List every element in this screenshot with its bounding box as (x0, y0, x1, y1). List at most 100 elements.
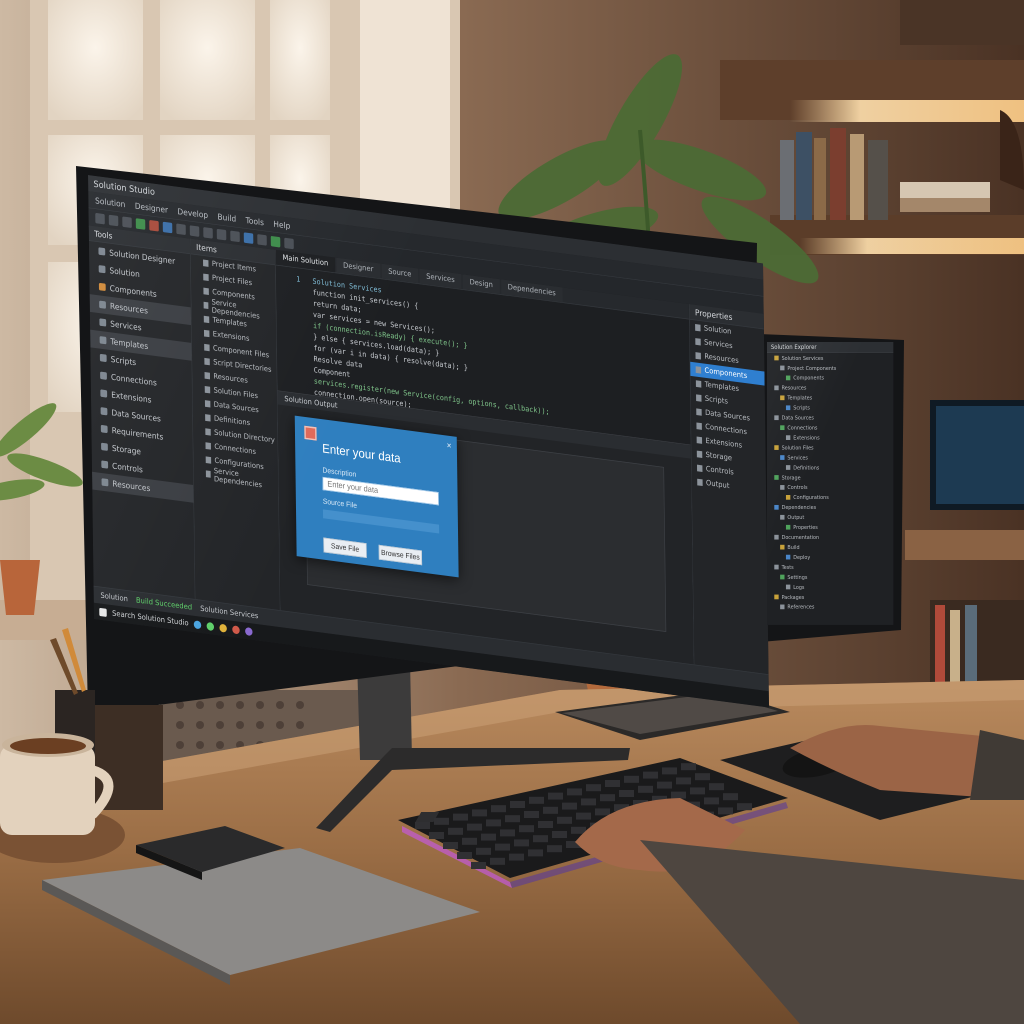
keyboard-key (529, 796, 544, 804)
side-tree-item[interactable]: Settings (767, 572, 893, 582)
settings-gear-icon[interactable] (257, 234, 267, 246)
file-icon (205, 456, 212, 464)
tree-node-icon (99, 318, 107, 327)
build-icon[interactable] (243, 232, 254, 244)
debug-icon[interactable] (162, 221, 173, 234)
side-tree-item[interactable]: Output (767, 512, 893, 522)
keyboard-key (671, 791, 686, 799)
keyboard-key (453, 813, 468, 821)
keyboard-key (547, 845, 562, 853)
file-tree-label: Resources (213, 372, 248, 386)
code-editor[interactable]: Main Solution Designer Source Services Desig… (275, 249, 694, 666)
menu-item[interactable]: Build (217, 212, 236, 224)
side-tree-item[interactable]: Scripts (767, 403, 893, 413)
side-tree-item[interactable]: Data Sources (767, 413, 893, 423)
properties-item-label: Output (705, 479, 730, 491)
keyboard-key (586, 784, 601, 792)
side-tree-item[interactable]: Tests (767, 562, 893, 572)
keyboard-key (562, 802, 577, 810)
side-tree-item[interactable]: Deploy (767, 552, 893, 562)
side-tree-icon (780, 425, 785, 431)
menu-item[interactable]: Tools (246, 215, 264, 227)
tools-tree-label: Resources (109, 300, 148, 316)
side-tree-item[interactable]: Extensions (767, 433, 893, 443)
side-tree-item[interactable]: Connections (767, 423, 893, 433)
side-tree-item[interactable]: Build (767, 542, 893, 552)
file-icon (203, 287, 209, 296)
side-tree-item[interactable]: Dependencies (767, 502, 893, 512)
side-tree-item[interactable]: References (767, 602, 893, 612)
deploy-icon[interactable] (270, 235, 281, 248)
keyboard-key (476, 847, 491, 855)
dialog-browse-button[interactable]: Browse Files (378, 544, 423, 566)
file-icon (203, 329, 210, 338)
side-tree-item[interactable]: Controls (767, 482, 893, 492)
side-tree-item[interactable]: Project Components (767, 363, 893, 373)
cut-icon[interactable] (203, 227, 213, 239)
file-icon (204, 343, 210, 352)
files-app-icon[interactable] (219, 623, 228, 633)
side-tree-item[interactable]: Solution Files (767, 443, 893, 453)
new-file-icon[interactable] (95, 212, 105, 225)
chat-app-icon[interactable] (206, 621, 215, 631)
tools-tree-label: Connections (110, 371, 157, 388)
side-tree-item[interactable]: Properties (767, 522, 893, 532)
side-tree-item[interactable]: Solution Services (767, 353, 893, 363)
side-tree-item[interactable]: Configurations (767, 492, 893, 502)
side-tree-icon (780, 514, 785, 520)
ide-app-icon[interactable] (245, 626, 253, 636)
keyboard-key (505, 815, 520, 823)
side-tree-label: Solution Services (781, 354, 824, 362)
side-tree-item[interactable]: Templates (767, 393, 893, 403)
side-tree-item[interactable]: Documentation (767, 532, 893, 542)
undo-icon[interactable] (176, 223, 186, 236)
browser-icon[interactable] (193, 619, 202, 630)
property-icon (696, 464, 703, 473)
redo-icon[interactable] (189, 225, 200, 237)
tools-tree-label: Controls (112, 460, 143, 475)
keyboard-key (643, 771, 658, 779)
keyboard-key (567, 788, 582, 796)
side-window-title: Solution Explorer (770, 343, 817, 351)
side-tree-label: Settings (787, 573, 808, 581)
save-icon[interactable] (122, 216, 132, 229)
side-tree-item[interactable]: Definitions (767, 463, 893, 473)
menu-item[interactable]: Solution (95, 195, 125, 209)
tree-node-icon (98, 282, 106, 292)
tree-node-icon (100, 371, 107, 380)
paste-icon[interactable] (230, 230, 240, 243)
side-tree-item[interactable]: Packages (767, 592, 893, 602)
menu-item[interactable]: Designer (135, 201, 168, 215)
dialog-source-field[interactable] (322, 509, 440, 534)
open-folder-icon[interactable] (108, 214, 119, 227)
search-icon[interactable] (284, 237, 294, 250)
run-icon[interactable] (135, 218, 146, 230)
menu-item[interactable]: Develop (177, 206, 208, 220)
keyboard-key (718, 807, 733, 815)
property-icon (696, 422, 702, 430)
side-tree-icon (780, 365, 785, 371)
dialog-save-button[interactable]: Save File (323, 537, 367, 558)
side-tree-item[interactable]: Services (767, 453, 893, 463)
side-tree-item[interactable]: Storage (767, 472, 893, 482)
tools-tree-label: Storage (111, 442, 142, 457)
side-tree-item[interactable]: Logs (767, 582, 893, 592)
properties-item-label: Templates (704, 380, 740, 394)
tree-node-icon (99, 336, 107, 345)
dialog-close-icon[interactable]: × (447, 440, 452, 451)
tools-tree-label: Services (110, 318, 142, 333)
keyboard-key (467, 823, 482, 831)
side-tree-item[interactable]: Components (767, 373, 893, 383)
keyboard-key (638, 785, 653, 793)
menu-item[interactable]: Help (273, 219, 290, 231)
stop-icon[interactable] (149, 219, 159, 232)
mail-app-icon[interactable] (232, 624, 240, 635)
side-tree-label: Scripts (793, 404, 810, 411)
start-menu-icon[interactable] (99, 607, 107, 617)
keyboard-key (581, 798, 596, 806)
copy-icon[interactable] (216, 228, 227, 241)
side-tree-item[interactable]: Resources (767, 383, 893, 393)
side-tree-label: Data Sources (781, 414, 814, 421)
keyboard-key (471, 862, 486, 869)
side-tree-label: Logs (793, 583, 805, 591)
